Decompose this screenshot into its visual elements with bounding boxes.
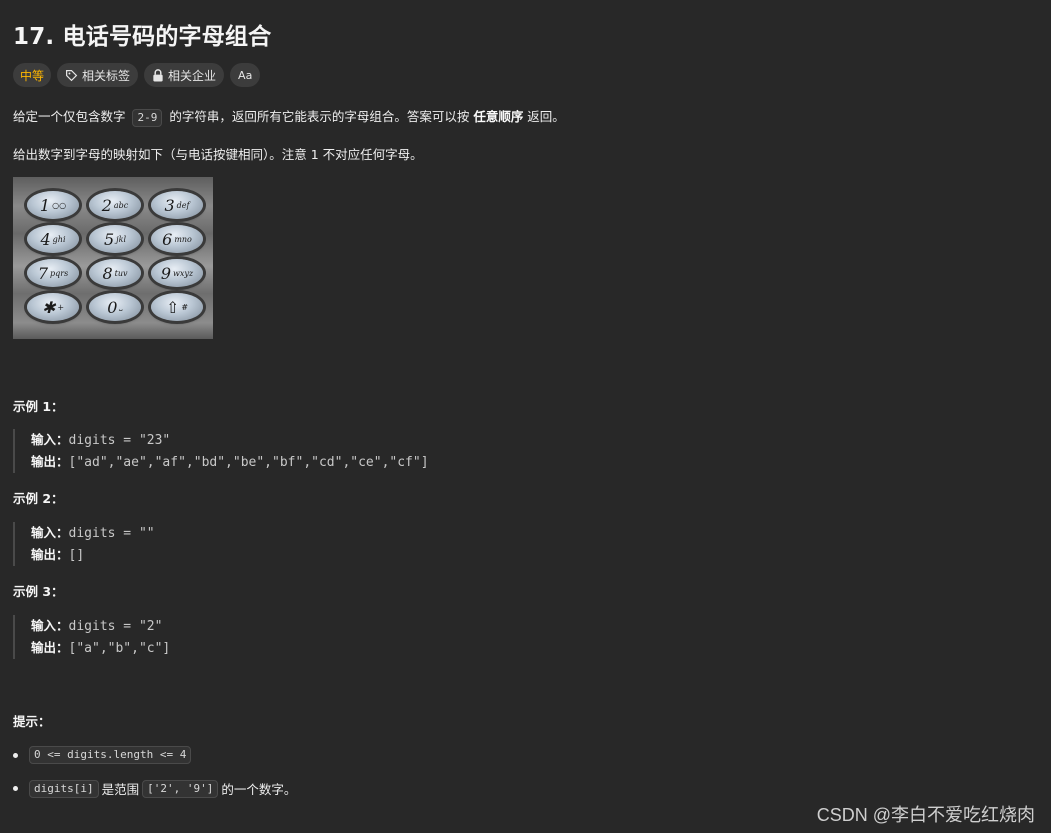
keypad-key: 9 wxyz (151, 259, 203, 287)
key-letters: jkl (116, 234, 127, 244)
input-label: 输入： (31, 432, 69, 447)
related-tags-label: 相关标签 (82, 68, 131, 83)
key-digit: 4 (40, 229, 51, 249)
key-digit: ⇧ (165, 297, 180, 317)
input-value: digits = "23" (68, 433, 171, 448)
key-letters: ⎵ (119, 302, 123, 311)
lock-icon (152, 68, 164, 82)
example-1-heading: 示例 1： (13, 399, 64, 414)
key-digit: 5 (103, 229, 115, 249)
key-digit: 3 (164, 195, 175, 215)
tag-icon (65, 69, 78, 82)
example-2-heading: 示例 2： (13, 491, 64, 506)
example-3-block: 输入：digits = "2" 输出：["a","b","c"] (13, 615, 170, 659)
keypad-key: ⇧ # (151, 293, 203, 321)
example-3-heading: 示例 3： (13, 584, 64, 599)
key-letters: + (57, 302, 65, 312)
key-letters: ghi (52, 234, 66, 244)
keypad-key: 0 ⎵ (89, 293, 141, 321)
problem-title: 17. 电话号码的字母组合 (13, 24, 272, 50)
constraint-item: 0 <= digits.length <= 4 (13, 746, 194, 764)
inline-code: ['2', '9'] (142, 779, 219, 798)
example-1-block: 输入：digits = "23" 输出：["ad","ae","af","bd"… (13, 429, 429, 473)
output-label: 输出： (31, 547, 69, 562)
key-letters: wxyz (173, 268, 194, 278)
output-value: ["a","b","c"] (68, 641, 171, 656)
key-digit: 8 (102, 263, 113, 283)
bullet-dot (13, 786, 18, 791)
keypad-key: 2 abc (89, 191, 141, 219)
key-digit: 1 (39, 195, 51, 215)
keypad-key: 8 tuv (89, 259, 141, 287)
keypad-key: 1 ○○ (27, 191, 79, 219)
keypad-key: 3 def (151, 191, 203, 219)
key-letters: ○○ (52, 200, 67, 210)
constraint-item: digits[i] 是范围 ['2', '9'] 的一个数字。 (13, 779, 296, 798)
example-2-block: 输入：digits = "" 输出：[] (13, 522, 155, 566)
inline-code: 0 <= digits.length <= 4 (29, 746, 192, 764)
input-value: digits = "" (68, 526, 155, 541)
desc-text: 给定一个仅包含数字 (13, 109, 130, 124)
inline-code: 2-9 (132, 109, 163, 127)
related-companies-button[interactable]: 相关企业 (144, 63, 225, 87)
key-letters: mno (174, 234, 192, 244)
desc-bold: 任意顺序 (473, 109, 524, 124)
key-letters: abc (113, 200, 129, 210)
key-digit: 6 (162, 229, 173, 249)
description-line-1: 给定一个仅包含数字 2-9 的字符串，返回所有它能表示的字母组合。答案可以按 任… (13, 106, 565, 127)
output-value: [] (68, 548, 85, 563)
keypad-key: 6 mno (151, 225, 203, 253)
tag-bar: 中等 相关标签 相关企业 Aa (13, 63, 261, 87)
keypad-key: ✱ + (27, 293, 79, 321)
keypad-key: 5 jkl (89, 225, 141, 253)
desc-text: 的字符串，返回所有它能表示的字母组合。答案可以按 (165, 109, 474, 124)
constraint-text: 是范围 (101, 782, 140, 797)
key-digit: ✱ (41, 297, 56, 317)
translate-icon: Aa (238, 68, 253, 82)
description-line-2: 给出数字到字母的映射如下（与电话按键相同）。注意 1 不对应任何字母。 (13, 147, 423, 162)
phone-keypad-image: 1 ○○ 2 abc 3 def 4 ghi 5 jkl 6 mno 7 pqrs 8 tuv 9 wxyz ✱ +0… (13, 177, 213, 339)
constraints-heading: 提示： (13, 714, 51, 729)
watermark: CSDN @李白不爱吃红烧肉 (816, 805, 1035, 825)
input-label: 输入： (31, 525, 69, 540)
input-label: 输入： (31, 618, 69, 633)
key-letters: # (181, 302, 189, 312)
output-label: 输出： (31, 640, 69, 655)
input-value: digits = "2" (68, 619, 163, 634)
desc-text: 返回。 (523, 109, 565, 124)
key-digit: 9 (160, 263, 172, 283)
keypad-key: 7 pqrs (27, 259, 79, 287)
translate-button[interactable]: Aa (230, 63, 261, 87)
output-label: 输出： (31, 454, 69, 469)
key-digit: 0 (107, 297, 118, 317)
output-value: ["ad","ae","af","bd","be","bf","cd","ce"… (68, 455, 429, 470)
key-digit: 2 (101, 195, 112, 215)
bullet-dot (13, 752, 18, 758)
key-digit: 7 (37, 263, 48, 283)
keypad-key: 4 ghi (27, 225, 79, 253)
related-tags-button[interactable]: 相关标签 (57, 63, 139, 87)
inline-code: digits[i] (29, 779, 99, 798)
difficulty-badge: 中等 (13, 63, 52, 87)
constraint-text: 的一个数字。 (221, 782, 297, 797)
key-letters: tuv (114, 268, 128, 278)
related-companies-label: 相关企业 (168, 68, 217, 83)
key-letters: def (176, 200, 190, 210)
key-letters: pqrs (50, 268, 69, 278)
